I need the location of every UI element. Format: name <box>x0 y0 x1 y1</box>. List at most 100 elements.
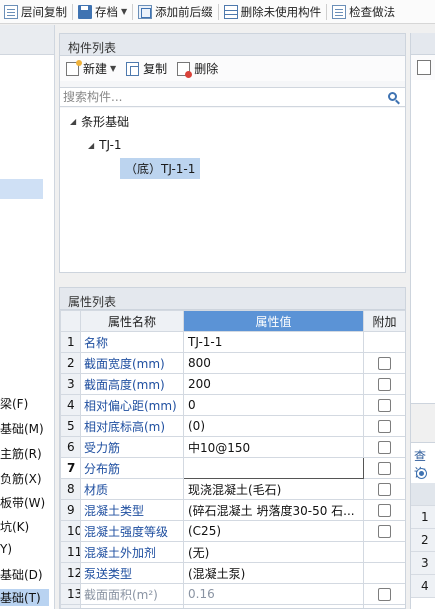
tree-collapse-icon[interactable]: ◢ <box>70 117 76 126</box>
property-value-header[interactable]: 属性值 <box>183 310 364 332</box>
property-value[interactable]: 0.16 <box>183 583 364 605</box>
check-method-label: 检查做法 <box>349 4 396 19</box>
delete-button[interactable]: 删除 <box>177 60 218 78</box>
add-prefix-suffix-icon <box>138 4 153 19</box>
new-dropdown-icon[interactable]: ▼ <box>110 64 116 73</box>
check-method-button[interactable]: 检查做法 <box>328 1 399 23</box>
extra-cell <box>363 352 405 374</box>
property-value[interactable]: TJ-1-1 <box>183 331 364 353</box>
tree-collapse-icon[interactable]: ◢ <box>88 141 94 150</box>
new-button-label: 新建 <box>83 62 108 76</box>
left-nav-item[interactable]: 主筋(R) <box>0 445 42 462</box>
left-nav-item[interactable]: 负筋(X) <box>0 470 42 487</box>
extra-checkbox[interactable] <box>378 462 391 475</box>
search-icon[interactable] <box>388 92 397 101</box>
delete-unused-button[interactable]: 删除未使用构件 <box>220 1 326 23</box>
extra-checkbox[interactable] <box>378 378 391 391</box>
property-row[interactable]: 7 分布筋 <box>60 457 405 479</box>
copy-button[interactable]: 复制 <box>126 60 167 77</box>
right-row[interactable]: 2 <box>411 529 435 552</box>
row-number: 3 <box>60 373 81 395</box>
property-row[interactable]: 13截面面积(m²)0.16 <box>60 583 405 605</box>
delete-unused-icon <box>223 4 238 19</box>
floor-copy-icon <box>4 4 18 19</box>
extra-checkbox[interactable] <box>378 525 391 538</box>
extra-header[interactable]: 附加 <box>363 310 405 332</box>
property-value[interactable]: (C25) <box>183 520 364 542</box>
extra-checkbox[interactable] <box>378 504 391 517</box>
property-value[interactable]: 0 <box>183 394 364 416</box>
extra-cell <box>363 373 405 395</box>
property-name: 名称 <box>80 331 184 353</box>
property-row[interactable]: 8 材质 现浇混凝土(毛石) <box>60 478 405 500</box>
property-row[interactable]: 9 混凝土类型 (碎石混凝土 坍落度30-50 石... <box>60 499 405 521</box>
property-value[interactable]: (混凝土泵) <box>183 562 364 584</box>
tree-node-tj1-1-selected[interactable]: （底）TJ-1-1 <box>120 158 201 179</box>
property-value[interactable]: 现浇混凝土(毛石) <box>183 478 364 500</box>
left-nav-item[interactable]: Y) <box>0 542 12 556</box>
add-prefix-suffix-button[interactable]: 添加前后缀 <box>134 1 217 23</box>
right-row[interactable]: 1 <box>411 506 435 529</box>
right-row[interactable]: 3 <box>411 552 435 575</box>
property-value[interactable] <box>183 604 364 608</box>
property-value[interactable]: 200 <box>183 373 364 395</box>
main-toolbar: 层间复制 存档 ▼ 添加前后缀 删除未使用构件 检查做法 <box>0 0 435 24</box>
property-value[interactable]: 800 <box>183 352 364 374</box>
property-row[interactable]: 10混凝土强度等级(C25) <box>60 520 405 542</box>
property-row[interactable]: 11混凝土外加剂(无) <box>60 541 405 563</box>
row-number: 2 <box>60 352 81 374</box>
extra-cell <box>363 562 405 584</box>
property-row[interactable]: 2 截面宽度(mm) 800 <box>60 352 405 374</box>
property-row[interactable]: 3 截面高度(mm) 200 <box>60 373 405 395</box>
left-nav-item[interactable]: 板带(W) <box>0 494 45 511</box>
row-number: 4 <box>60 394 81 416</box>
extra-checkbox[interactable] <box>378 441 391 454</box>
floor-copy-button[interactable]: 层间复制 <box>0 1 71 23</box>
property-row[interactable]: 6 受力筋 中10@150 <box>60 436 405 458</box>
property-name: 泵送类型 <box>80 562 184 584</box>
component-list-toolbar: 新建 ▼ 复制 删除 <box>60 56 405 81</box>
extra-checkbox[interactable] <box>378 357 391 370</box>
component-search-input[interactable] <box>60 88 380 106</box>
save-dropdown-icon[interactable]: ▼ <box>121 7 127 16</box>
property-value[interactable]: (0) <box>183 415 364 437</box>
left-nav-item[interactable]: 坑(K) <box>0 518 29 535</box>
property-row[interactable]: 5 相对底标高(m) (0) <box>60 415 405 437</box>
extra-cell <box>363 520 405 542</box>
right-row[interactable]: 4 <box>411 575 435 598</box>
property-name: 受力筋 <box>80 436 184 458</box>
extra-checkbox[interactable] <box>378 483 391 496</box>
new-component-icon <box>66 59 82 76</box>
tree-node-strip-foundation[interactable]: ◢ 条形基础 <box>70 113 129 130</box>
component-search-box <box>60 87 405 107</box>
property-value[interactable]: 中10@150 <box>183 436 364 458</box>
property-name-header[interactable]: 属性名称 <box>80 310 184 332</box>
property-value-editor[interactable] <box>183 457 364 479</box>
extra-checkbox[interactable] <box>378 399 391 412</box>
query-radio[interactable] <box>416 468 427 479</box>
left-nav-item[interactable]: 基础(D) <box>0 566 43 583</box>
left-nav-highlight <box>0 179 43 199</box>
tree-node-tj1[interactable]: ◢ TJ-1 <box>88 138 122 152</box>
property-value[interactable]: (碎石混凝土 坍落度30-50 石... <box>183 499 364 521</box>
property-row[interactable]: 1 名称 TJ-1-1 <box>60 331 405 353</box>
extra-checkbox[interactable] <box>378 420 391 433</box>
property-row[interactable]: 12泵送类型(混凝土泵) <box>60 562 405 584</box>
component-tree: ◢ 条形基础 ◢ TJ-1 （底）TJ-1-1 <box>60 108 405 272</box>
row-number: 11 <box>60 541 81 563</box>
right-pane-toolbar-icon[interactable] <box>411 55 435 80</box>
extra-checkbox[interactable] <box>378 588 391 601</box>
property-row[interactable]: 14 <box>60 604 405 608</box>
property-row[interactable]: 4 相对偏心距(mm) 0 <box>60 394 405 416</box>
property-value[interactable]: (无) <box>183 541 364 563</box>
check-method-icon <box>332 4 347 19</box>
left-nav-item[interactable]: 梁(F) <box>0 395 28 412</box>
property-name: 混凝土类型 <box>80 499 184 521</box>
property-name: 相对偏心距(mm) <box>80 394 184 416</box>
save-button[interactable]: 存档 ▼ <box>74 1 131 23</box>
left-nav-item-selected[interactable]: 基础(T) <box>0 589 49 606</box>
tree-node-label: （底）TJ-1-1 <box>125 162 196 176</box>
new-button[interactable]: 新建 ▼ <box>66 59 116 77</box>
copy-icon <box>126 61 140 76</box>
left-nav-item[interactable]: 基础(M) <box>0 420 44 437</box>
